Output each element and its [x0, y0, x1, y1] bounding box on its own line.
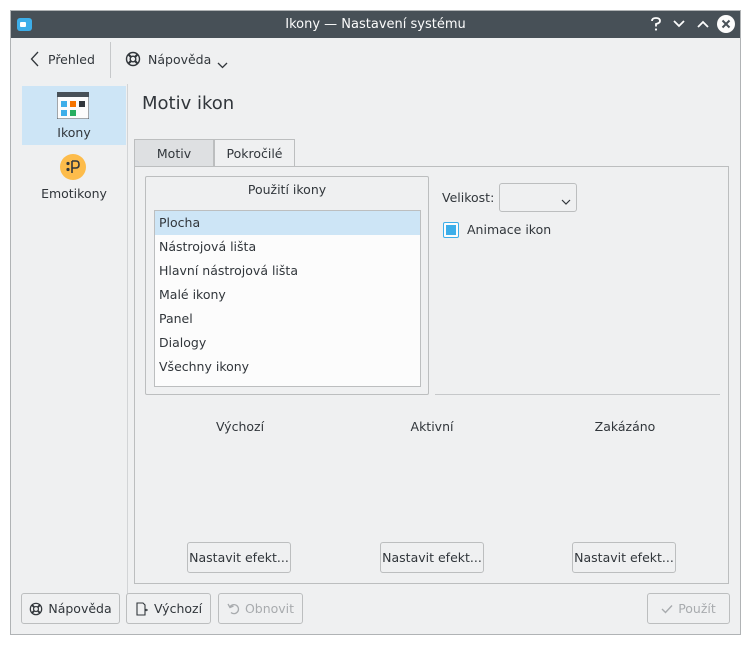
animate-icons-label[interactable]: Animace ikon: [467, 222, 551, 237]
list-item[interactable]: Dialogy: [155, 331, 420, 355]
sidebar-item-label: Ikony: [57, 125, 91, 140]
apply-button[interactable]: Použít: [647, 593, 730, 624]
chevron-down-icon: [561, 194, 571, 209]
close-icon[interactable]: [717, 15, 735, 33]
tab-label: Pokročilé: [226, 146, 283, 161]
toolbar: Přehled Nápověda: [11, 38, 740, 84]
button-label: Nastavit efekt...: [382, 550, 482, 565]
size-label: Velikost:: [442, 190, 495, 205]
list-item[interactable]: Hlavní nástrojová lišta: [155, 259, 420, 283]
reset-button[interactable]: Obnovit: [218, 593, 303, 624]
set-effect-active-button[interactable]: Nastavit efekt...: [380, 542, 484, 573]
icon-usage-group: Použití ikony Plocha Nástrojová lišta Hl…: [145, 176, 429, 395]
state-label-default: Výchozí: [215, 419, 265, 434]
group-title: Použití ikony: [247, 182, 327, 197]
list-item[interactable]: Plocha: [155, 211, 420, 235]
set-effect-disabled-button[interactable]: Nastavit efekt...: [572, 542, 676, 573]
lifebuoy-icon: [125, 51, 141, 67]
sidebar: Ikony Emotikony: [11, 84, 128, 594]
button-label: Nápověda: [48, 601, 112, 616]
icon-usage-list[interactable]: Plocha Nástrojová lišta Hlavní nástrojov…: [154, 210, 421, 387]
settings-window: Ikony — Nastavení systému Přehled Nápově…: [10, 10, 741, 635]
state-label-disabled: Zakázáno: [594, 419, 656, 434]
checkmark-icon: [661, 604, 673, 614]
button-label: Obnovit: [244, 601, 295, 616]
help-button[interactable]: Nápověda: [21, 593, 120, 624]
state-label-active: Aktivní: [410, 419, 454, 434]
list-item[interactable]: Malé ikony: [155, 283, 420, 307]
emoticons-icon: [60, 154, 86, 180]
button-label: Nastavit efekt...: [189, 550, 289, 565]
help-menu-label: Nápověda: [148, 51, 212, 67]
icons-kcm-icon: [56, 91, 90, 120]
sidebar-item-label: Emotikony: [41, 186, 107, 201]
maximize-icon[interactable]: [694, 15, 712, 33]
tab-pokrocile[interactable]: Pokročilé: [214, 139, 295, 167]
help-menu-button[interactable]: Nápověda: [125, 50, 228, 68]
tab-panel-advanced: Použití ikony Plocha Nástrojová lišta Hl…: [134, 166, 729, 584]
back-button[interactable]: Přehled: [30, 50, 95, 68]
button-label: Výchozí: [153, 601, 203, 616]
defaults-button[interactable]: Výchozí: [126, 593, 211, 624]
title-bar[interactable]: Ikony — Nastavení systému: [11, 11, 740, 38]
set-effect-default-button[interactable]: Nastavit efekt...: [187, 542, 291, 573]
undo-icon: [227, 602, 240, 615]
back-button-label: Přehled: [48, 51, 95, 67]
toolbar-separator: [110, 42, 111, 78]
divider: [435, 394, 720, 395]
sidebar-item-emotikony[interactable]: Emotikony: [22, 152, 126, 204]
sidebar-item-ikony[interactable]: Ikony: [22, 86, 126, 145]
tab-label: Motiv: [156, 145, 192, 161]
lifebuoy-icon: [29, 602, 43, 616]
checkbox-indicator: [446, 225, 456, 235]
page-title: Motiv ikon: [142, 93, 235, 114]
document-defaults-icon: [135, 601, 149, 616]
button-label: Použít: [678, 601, 716, 616]
list-item[interactable]: Nástrojová lišta: [155, 235, 420, 259]
list-item[interactable]: Panel: [155, 307, 420, 331]
size-combobox[interactable]: [499, 183, 577, 212]
tab-motiv[interactable]: Motiv: [134, 139, 214, 166]
button-label: Nastavit efekt...: [574, 550, 674, 565]
minimize-icon[interactable]: [670, 15, 688, 33]
animate-icons-checkbox[interactable]: [443, 222, 459, 238]
window-title: Ikony — Nastavení systému: [285, 17, 466, 32]
chevron-left-icon: [30, 51, 39, 67]
help-icon[interactable]: [647, 15, 665, 33]
chevron-down-icon: [217, 57, 228, 72]
list-item[interactable]: Všechny ikony: [155, 355, 420, 379]
